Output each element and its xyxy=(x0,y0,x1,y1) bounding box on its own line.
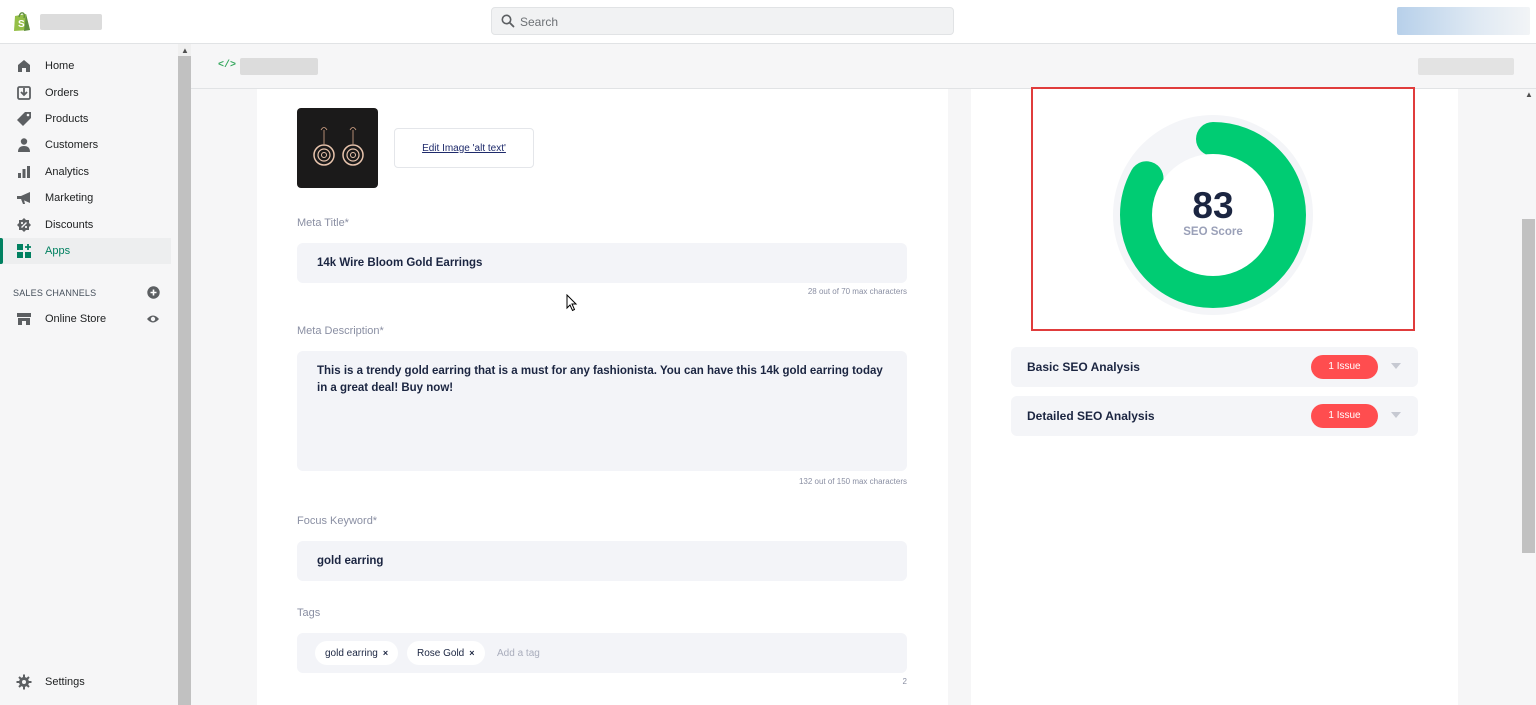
sidebar-item-home[interactable]: Home xyxy=(0,53,171,79)
top-bar: S xyxy=(0,0,1536,44)
tag-chip: Rose Gold × xyxy=(407,641,485,665)
tags-count: 2 xyxy=(902,677,907,686)
bar-chart-icon xyxy=(18,166,30,178)
search-icon xyxy=(501,14,515,28)
meta-title-label: Meta Title* xyxy=(297,217,349,229)
sidebar-item-orders[interactable]: Orders xyxy=(0,80,171,106)
account-menu-redacted[interactable] xyxy=(1397,7,1530,35)
sidebar-item-customers[interactable]: Customers xyxy=(0,132,171,158)
store-icon xyxy=(17,313,31,325)
sidebar-item-products[interactable]: Products xyxy=(0,106,171,132)
sidebar-item-label: Orders xyxy=(45,87,79,99)
code-icon: </> xyxy=(218,60,237,71)
app-header: </> xyxy=(191,44,1536,89)
add-channel-icon[interactable] xyxy=(147,286,160,299)
sidebar-item-analytics[interactable]: Analytics xyxy=(0,159,171,185)
seo-score-value: 83 xyxy=(1192,185,1234,226)
remove-tag-icon[interactable]: × xyxy=(383,648,388,658)
home-icon xyxy=(18,60,30,72)
gear-icon xyxy=(16,674,32,690)
sidebar-item-label: Analytics xyxy=(45,166,90,178)
tag-icon xyxy=(17,112,31,126)
sidebar-item-marketing[interactable]: Marketing xyxy=(0,185,171,211)
seo-editor-panel: Edit Image 'alt text' Meta Title* 28 out… xyxy=(257,89,948,705)
meta-title-input[interactable] xyxy=(297,243,907,283)
main-scrollbar[interactable]: ▲ xyxy=(1521,89,1536,705)
focus-keyword-label: Focus Keyword* xyxy=(297,515,378,527)
discount-icon xyxy=(17,218,31,232)
sidebar-item-label: Settings xyxy=(45,676,85,688)
search-bar[interactable] xyxy=(491,7,954,35)
analysis-title: Basic SEO Analysis xyxy=(1027,360,1140,374)
basic-seo-analysis-row[interactable]: Basic SEO Analysis 1 Issue xyxy=(1011,347,1418,387)
edit-alt-text-button[interactable]: Edit Image 'alt text' xyxy=(394,128,534,168)
tags-input-box[interactable]: gold earring × Rose Gold × xyxy=(297,633,907,673)
sidebar-item-label: Marketing xyxy=(45,192,94,204)
sidebar-item-label: Home xyxy=(45,60,75,72)
app-header-action-redacted[interactable] xyxy=(1418,58,1514,75)
sales-channels-heading: SALES CHANNELS xyxy=(13,288,97,298)
meta-description-label: Meta Description* xyxy=(297,325,384,337)
issue-badge: 1 Issue xyxy=(1311,355,1378,379)
tag-chip-label: Rose Gold xyxy=(417,647,465,659)
earrings-image-icon xyxy=(313,127,364,166)
scroll-up-arrow-icon[interactable]: ▲ xyxy=(1525,90,1533,99)
sidebar: Home Orders Products Customers Analytics xyxy=(0,44,178,705)
svg-text:S: S xyxy=(18,19,25,30)
sidebar-item-label: Products xyxy=(45,113,89,125)
mouse-cursor-icon xyxy=(566,294,578,312)
main-content: Edit Image 'alt text' Meta Title* 28 out… xyxy=(191,87,1521,705)
meta-title-counter: 28 out of 70 max characters xyxy=(807,287,907,296)
focus-keyword-input[interactable] xyxy=(297,541,907,581)
sidebar-scroll-thumb[interactable] xyxy=(178,56,191,705)
apps-icon xyxy=(17,244,31,258)
main-scroll-thumb[interactable] xyxy=(1522,219,1535,553)
sidebar-item-label: Customers xyxy=(45,139,99,151)
seo-score-card: 83 SEO Score xyxy=(1031,87,1415,331)
store-name-redacted xyxy=(40,14,102,30)
orders-icon xyxy=(17,86,31,100)
detailed-seo-analysis-row[interactable]: Detailed SEO Analysis 1 Issue xyxy=(1011,396,1418,436)
seo-score-panel: 83 SEO Score Basic SEO Analysis 1 Issue … xyxy=(971,87,1458,705)
remove-tag-icon[interactable]: × xyxy=(469,648,474,658)
add-tag-input[interactable] xyxy=(497,645,617,661)
analysis-title: Detailed SEO Analysis xyxy=(1027,409,1155,423)
eye-icon[interactable] xyxy=(146,312,160,326)
tag-chip: gold earring × xyxy=(315,641,399,665)
megaphone-icon xyxy=(17,192,30,204)
scroll-up-arrow-icon[interactable]: ▲ xyxy=(181,46,189,55)
sidebar-item-apps[interactable]: Apps xyxy=(0,238,171,264)
product-image xyxy=(297,108,378,188)
search-input[interactable] xyxy=(520,12,940,32)
chevron-down-icon[interactable] xyxy=(1391,363,1401,369)
seo-score-label: SEO Score xyxy=(1183,226,1243,238)
sidebar-item-settings[interactable]: Settings xyxy=(0,669,171,695)
tags-label: Tags xyxy=(297,607,321,619)
app-title-redacted xyxy=(240,58,318,75)
sidebar-item-label: Online Store xyxy=(45,313,107,325)
sidebar-item-label: Apps xyxy=(45,245,71,257)
meta-description-counter: 132 out of 150 max characters xyxy=(798,477,907,486)
person-icon xyxy=(18,138,30,152)
tag-chip-label: gold earring xyxy=(325,647,378,659)
chevron-down-icon[interactable] xyxy=(1391,412,1401,418)
sidebar-item-discounts[interactable]: Discounts xyxy=(0,212,171,238)
meta-description-input[interactable]: This is a trendy gold earring that is a … xyxy=(297,351,907,471)
sidebar-item-label: Discounts xyxy=(45,219,94,231)
shopify-bag-icon[interactable]: S xyxy=(11,10,33,32)
sidebar-scrollbar[interactable]: ▲ xyxy=(178,44,191,705)
issue-badge: 1 Issue xyxy=(1311,404,1378,428)
